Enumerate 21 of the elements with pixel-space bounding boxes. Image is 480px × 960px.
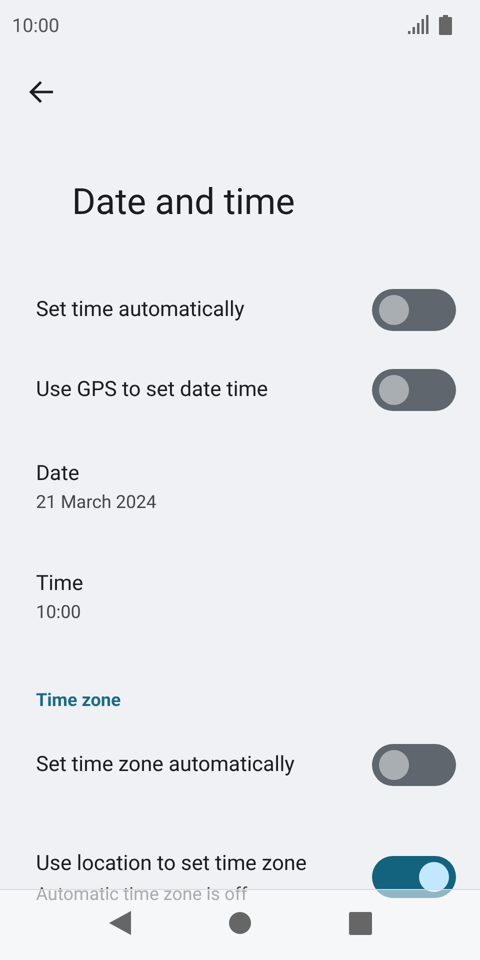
recents-nav-button[interactable] <box>347 910 373 936</box>
section-header: Time zone <box>36 690 121 711</box>
page-title: Date and time <box>72 181 295 223</box>
battery-icon <box>439 15 452 35</box>
setting-summary: 10:00 <box>36 602 82 623</box>
setting-summary: 21 March 2024 <box>36 492 158 513</box>
setting-title[interactable]: Time <box>36 572 316 596</box>
back-nav-button[interactable] <box>107 910 133 936</box>
signal-icon <box>407 15 429 35</box>
toggle-switch[interactable] <box>372 289 456 331</box>
toggle-switch[interactable] <box>372 744 456 786</box>
setting-title: Set time zone automatically <box>36 753 296 777</box>
setting-title: Set time automatically <box>36 298 246 322</box>
home-nav-button[interactable] <box>227 910 253 936</box>
toggle-switch[interactable] <box>372 856 456 898</box>
setting-title[interactable]: Date <box>36 462 316 486</box>
setting-title: Use location to set time zone <box>36 850 308 878</box>
toggle-switch[interactable] <box>372 369 456 411</box>
status-time: 10:00 <box>12 14 60 36</box>
setting-summary: Automatic time zone is off <box>36 884 248 904</box>
setting-title: Use GPS to set date time <box>36 378 269 402</box>
